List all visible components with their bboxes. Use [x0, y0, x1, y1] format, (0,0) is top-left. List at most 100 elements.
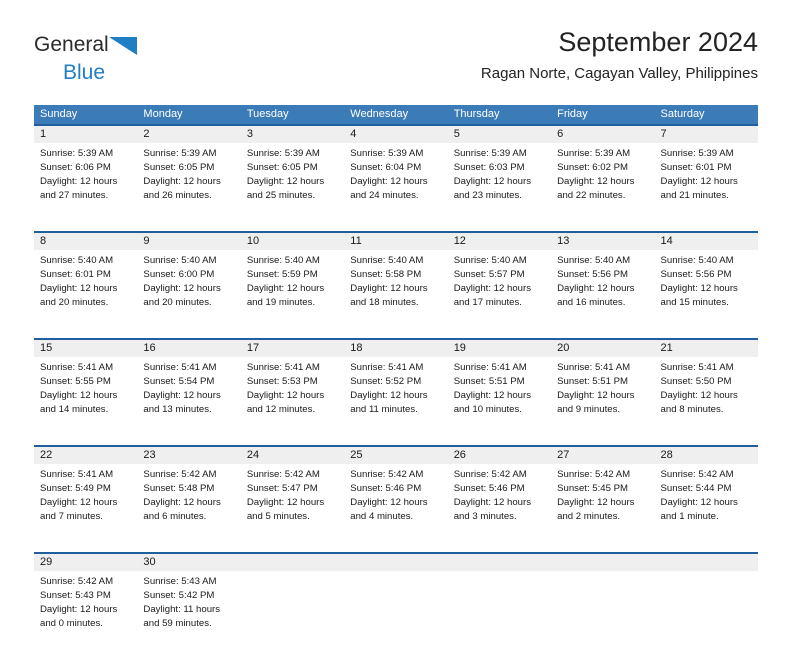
daylight-text-line2: and 13 minutes.	[143, 404, 212, 415]
day-cell[interactable]: Sunrise: 5:39 AM Sunset: 6:06 PM Dayligh…	[34, 143, 137, 231]
title-block: September 2024 Ragan Norte, Cagayan Vall…	[481, 26, 758, 84]
day-cell-body: Sunrise: 5:40 AM Sunset: 5:59 PM Dayligh…	[241, 250, 344, 310]
day-cell[interactable]: Sunrise: 5:41 AM Sunset: 5:49 PM Dayligh…	[34, 464, 137, 552]
day-cell-body: Sunrise: 5:41 AM Sunset: 5:51 PM Dayligh…	[448, 357, 551, 417]
day-number[interactable]: 28	[655, 447, 758, 464]
sunset-text: Sunset: 5:46 PM	[453, 483, 525, 494]
day-cell[interactable]: Sunrise: 5:40 AM Sunset: 5:59 PM Dayligh…	[241, 250, 344, 338]
day-cell[interactable]: Sunrise: 5:42 AM Sunset: 5:48 PM Dayligh…	[137, 464, 240, 552]
sunset-text: Sunset: 5:44 PM	[660, 483, 732, 494]
day-cell[interactable]: Sunrise: 5:41 AM Sunset: 5:52 PM Dayligh…	[344, 357, 447, 445]
day-number[interactable]: 24	[241, 447, 344, 464]
daylight-text-line1: Daylight: 12 hours	[246, 390, 325, 401]
day-number[interactable]: 3	[241, 126, 344, 143]
day-cell-body: Sunrise: 5:41 AM Sunset: 5:49 PM Dayligh…	[34, 464, 137, 524]
weekday-saturday: Saturday	[660, 108, 705, 120]
daylight-text-line1: Daylight: 12 hours	[143, 283, 221, 294]
day-number[interactable]: 6	[551, 126, 654, 143]
day-cell[interactable]: Sunrise: 5:41 AM Sunset: 5:53 PM Dayligh…	[241, 357, 344, 445]
daylight-text-line2: and 17 minutes.	[453, 297, 522, 308]
day-number[interactable]: 27	[551, 447, 654, 464]
day-number[interactable]: 11	[344, 233, 447, 250]
day-number[interactable]: 18	[344, 340, 447, 357]
daylight-text-line1: Daylight: 12 hours	[660, 283, 738, 294]
day-cell[interactable]: Sunrise: 5:40 AM Sunset: 6:01 PM Dayligh…	[34, 250, 137, 338]
day-cell-body: Sunrise: 5:41 AM Sunset: 5:55 PM Dayligh…	[34, 357, 137, 417]
sunrise-text: Sunrise: 5:42 AM	[660, 469, 734, 480]
day-cell[interactable]: Sunrise: 5:39 AM Sunset: 6:02 PM Dayligh…	[551, 143, 654, 231]
day-cell[interactable]: Sunrise: 5:42 AM Sunset: 5:44 PM Dayligh…	[655, 464, 758, 552]
weekday-sunday: Sunday	[40, 108, 78, 120]
day-cell[interactable]: Sunrise: 5:41 AM Sunset: 5:50 PM Dayligh…	[655, 357, 758, 445]
daylight-text-line1: Daylight: 12 hours	[557, 283, 635, 294]
sunrise-text: Sunrise: 5:40 AM	[660, 255, 734, 266]
daylight-text-line1: Daylight: 11 hours	[143, 604, 221, 615]
day-number[interactable]: 2	[137, 126, 240, 143]
day-number[interactable]: 12	[448, 233, 551, 250]
day-number[interactable]: 29	[34, 554, 137, 571]
day-number-empty	[344, 554, 447, 571]
sunset-text: Sunset: 5:58 PM	[350, 269, 422, 280]
sunset-text: Sunset: 5:56 PM	[557, 269, 629, 280]
day-cell[interactable]: Sunrise: 5:39 AM Sunset: 6:01 PM Dayligh…	[655, 143, 758, 231]
day-cell[interactable]: Sunrise: 5:40 AM Sunset: 5:56 PM Dayligh…	[655, 250, 758, 338]
day-number[interactable]: 1	[34, 126, 137, 143]
day-cell-empty	[241, 571, 344, 659]
day-number[interactable]: 14	[655, 233, 758, 250]
day-cell[interactable]: Sunrise: 5:39 AM Sunset: 6:03 PM Dayligh…	[448, 143, 551, 231]
day-number[interactable]: 4	[344, 126, 447, 143]
sunrise-text: Sunrise: 5:40 AM	[350, 255, 424, 266]
week-body: Sunrise: 5:41 AM Sunset: 5:55 PM Dayligh…	[34, 357, 758, 445]
day-number[interactable]: 20	[551, 340, 654, 357]
day-number[interactable]: 26	[448, 447, 551, 464]
day-number[interactable]: 7	[655, 126, 758, 143]
daylight-text-line2: and 21 minutes.	[660, 190, 729, 201]
day-number[interactable]: 22	[34, 447, 137, 464]
day-number[interactable]: 10	[241, 233, 344, 250]
day-number[interactable]: 15	[34, 340, 137, 357]
general-blue-logo[interactable]: General Blue	[34, 34, 234, 83]
day-number[interactable]: 19	[448, 340, 551, 357]
daylight-text-line2: and 7 minutes.	[40, 511, 103, 522]
day-cell[interactable]: Sunrise: 5:42 AM Sunset: 5:47 PM Dayligh…	[241, 464, 344, 552]
day-number-empty	[448, 554, 551, 571]
day-number[interactable]: 5	[448, 126, 551, 143]
day-cell[interactable]: Sunrise: 5:43 AM Sunset: 5:42 PM Dayligh…	[137, 571, 240, 659]
day-cell[interactable]: Sunrise: 5:40 AM Sunset: 6:00 PM Dayligh…	[137, 250, 240, 338]
day-cell[interactable]: Sunrise: 5:40 AM Sunset: 5:57 PM Dayligh…	[448, 250, 551, 338]
sunset-text: Sunset: 5:56 PM	[660, 269, 732, 280]
day-cell[interactable]: Sunrise: 5:42 AM Sunset: 5:46 PM Dayligh…	[448, 464, 551, 552]
week-row: 8 9 10 11 12 13 14 Sunrise: 5:40 AM Suns…	[34, 231, 758, 338]
sunrise-text: Sunrise: 5:40 AM	[143, 255, 217, 266]
day-cell[interactable]: Sunrise: 5:41 AM Sunset: 5:51 PM Dayligh…	[551, 357, 654, 445]
day-number[interactable]: 8	[34, 233, 137, 250]
day-cell[interactable]: Sunrise: 5:40 AM Sunset: 5:56 PM Dayligh…	[551, 250, 654, 338]
page-header: General Blue September 2024 Ragan Norte,…	[34, 26, 758, 98]
day-cell-body: Sunrise: 5:43 AM Sunset: 5:42 PM Dayligh…	[137, 571, 240, 631]
day-number[interactable]: 30	[137, 554, 240, 571]
week-row: 15 16 17 18 19 20 21 Sunrise: 5:41 AM Su…	[34, 338, 758, 445]
daylight-text-line1: Daylight: 12 hours	[453, 497, 532, 508]
day-number[interactable]: 16	[137, 340, 240, 357]
day-cell-body: Sunrise: 5:41 AM Sunset: 5:51 PM Dayligh…	[551, 357, 654, 417]
day-cell[interactable]: Sunrise: 5:39 AM Sunset: 6:04 PM Dayligh…	[344, 143, 447, 231]
day-number[interactable]: 17	[241, 340, 344, 357]
day-cell[interactable]: Sunrise: 5:42 AM Sunset: 5:43 PM Dayligh…	[34, 571, 137, 659]
sunrise-text: Sunrise: 5:40 AM	[453, 255, 527, 266]
day-cell[interactable]: Sunrise: 5:41 AM Sunset: 5:54 PM Dayligh…	[137, 357, 240, 445]
sunset-text: Sunset: 6:04 PM	[350, 162, 422, 173]
day-cell[interactable]: Sunrise: 5:39 AM Sunset: 6:05 PM Dayligh…	[137, 143, 240, 231]
day-cell[interactable]: Sunrise: 5:39 AM Sunset: 6:05 PM Dayligh…	[241, 143, 344, 231]
day-cell[interactable]: Sunrise: 5:42 AM Sunset: 5:46 PM Dayligh…	[344, 464, 447, 552]
day-cell[interactable]: Sunrise: 5:41 AM Sunset: 5:55 PM Dayligh…	[34, 357, 137, 445]
daylight-text-line2: and 6 minutes.	[143, 511, 207, 522]
day-number[interactable]: 25	[344, 447, 447, 464]
day-number[interactable]: 13	[551, 233, 654, 250]
day-cell[interactable]: Sunrise: 5:40 AM Sunset: 5:58 PM Dayligh…	[344, 250, 447, 338]
day-cell[interactable]: Sunrise: 5:41 AM Sunset: 5:51 PM Dayligh…	[448, 357, 551, 445]
day-number[interactable]: 9	[137, 233, 240, 250]
day-cell[interactable]: Sunrise: 5:42 AM Sunset: 5:45 PM Dayligh…	[551, 464, 654, 552]
day-number[interactable]: 21	[655, 340, 758, 357]
day-number[interactable]: 23	[137, 447, 240, 464]
sunset-text: Sunset: 6:03 PM	[453, 162, 525, 173]
